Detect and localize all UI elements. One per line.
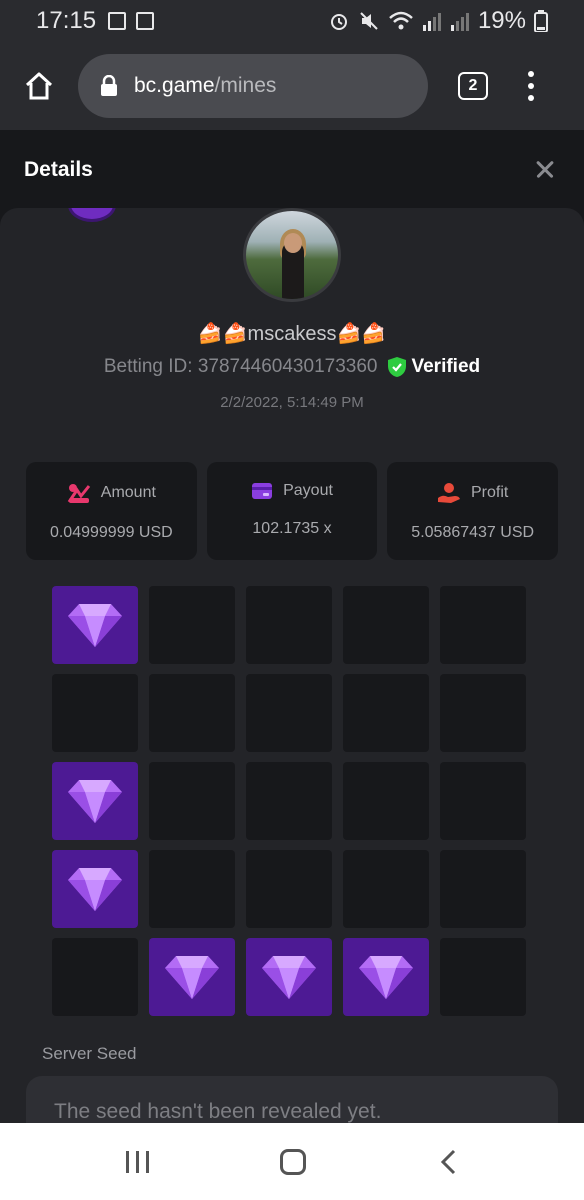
details-header: Details	[0, 130, 584, 210]
board-cell	[440, 674, 526, 752]
lock-icon	[101, 75, 117, 96]
address-bar[interactable]: bc.game/mines	[78, 54, 428, 118]
status-time: 17:15	[36, 7, 97, 34]
alarm-icon	[330, 14, 347, 30]
shield-check-icon	[388, 357, 407, 377]
wifi-icon	[389, 11, 413, 30]
signal-2-icon	[450, 13, 469, 31]
board-cell	[149, 762, 235, 840]
board-cell-gem	[52, 762, 138, 840]
vip-badge-icon	[68, 208, 116, 222]
battery-icon	[534, 10, 548, 32]
board-cell	[149, 850, 235, 928]
amount-icon	[67, 484, 90, 503]
board-cell-gem	[246, 938, 332, 1016]
verified-badge[interactable]: Verified	[387, 356, 480, 378]
android-nav-bar	[0, 1123, 584, 1200]
signal-icon	[422, 13, 441, 31]
status-bar: 17:15 19%	[0, 0, 584, 42]
gem-icon	[68, 604, 122, 647]
payout-value: 102.1735 x	[252, 520, 332, 537]
gem-icon	[165, 956, 219, 999]
board-cell	[149, 674, 235, 752]
amount-label: Amount	[100, 484, 156, 501]
betting-id: Betting ID: 37874460430173360	[103, 356, 378, 377]
bet-datetime: 2/2/2022, 5:14:49 PM	[220, 394, 364, 411]
home-button[interactable]	[22, 69, 56, 103]
profit-card: Profit 5.05867437 USD	[387, 462, 559, 560]
username: 🍰🍰mscakess🍰🍰	[197, 323, 387, 345]
board-cell-gem	[343, 938, 429, 1016]
home-icon	[25, 72, 53, 100]
status-right: 19%	[328, 7, 548, 35]
board-cell	[440, 586, 526, 664]
board-cell	[343, 586, 429, 664]
board-cell-gem	[52, 850, 138, 928]
stats-row: Amount 0.04999999 USD Payout 102.1735 x …	[26, 462, 559, 560]
gem-icon	[359, 956, 413, 999]
gem-icon	[262, 956, 316, 999]
url-domain: bc.game	[134, 74, 215, 97]
board-cell	[246, 762, 332, 840]
mute-icon	[360, 12, 378, 30]
board-cell	[246, 850, 332, 928]
board-cell	[246, 586, 332, 664]
betting-id-row: Betting ID: 37874460430173360 Verified	[0, 356, 584, 378]
details-title: Details	[24, 158, 93, 181]
payout-card: Payout 102.1735 x	[206, 462, 378, 560]
image-notification-icon	[136, 12, 155, 30]
board-cell	[343, 762, 429, 840]
profit-value: 5.05867437 USD	[411, 524, 535, 541]
board-cell	[440, 850, 526, 928]
gem-icon	[68, 780, 122, 823]
close-icon[interactable]	[530, 155, 560, 185]
bet-details-panel: 🍰🍰mscakess🍰🍰 Betting ID: 378744604301733…	[0, 208, 584, 1123]
amount-value: 0.04999999 USD	[49, 524, 173, 541]
battery-percent: 19%	[477, 7, 526, 34]
board-cell	[52, 938, 138, 1016]
profit-label: Profit	[471, 484, 509, 501]
board-cell	[343, 850, 429, 928]
url-path: /mines	[214, 74, 277, 97]
notification-icons	[108, 12, 155, 30]
board-cell	[52, 674, 138, 752]
tab-switcher-button[interactable]: 2	[458, 72, 488, 100]
mines-board	[52, 586, 526, 1016]
browser-toolbar: bc.game/mines 2	[0, 42, 584, 130]
server-seed-field[interactable]: The seed hasn't been revealed yet.	[26, 1076, 558, 1123]
profit-icon	[438, 483, 460, 503]
board-cell	[149, 586, 235, 664]
avatar	[243, 208, 341, 302]
board-cell-gem	[149, 938, 235, 1016]
board-cell	[440, 762, 526, 840]
recent-apps-button[interactable]	[125, 1150, 149, 1173]
verified-label: Verified	[411, 356, 481, 377]
back-button[interactable]	[438, 1148, 458, 1176]
board-cell	[440, 938, 526, 1016]
amount-card: Amount 0.04999999 USD	[26, 462, 197, 560]
checkbox-notification-icon	[108, 12, 127, 30]
server-seed-label: Server Seed	[42, 1044, 137, 1063]
payout-icon	[252, 483, 273, 499]
browser-menu-button[interactable]	[528, 71, 534, 101]
gem-icon	[68, 868, 122, 911]
board-cell	[246, 674, 332, 752]
board-cell-gem	[52, 586, 138, 664]
payout-label: Payout	[283, 482, 333, 499]
board-cell	[343, 674, 429, 752]
home-nav-button[interactable]	[280, 1148, 307, 1175]
